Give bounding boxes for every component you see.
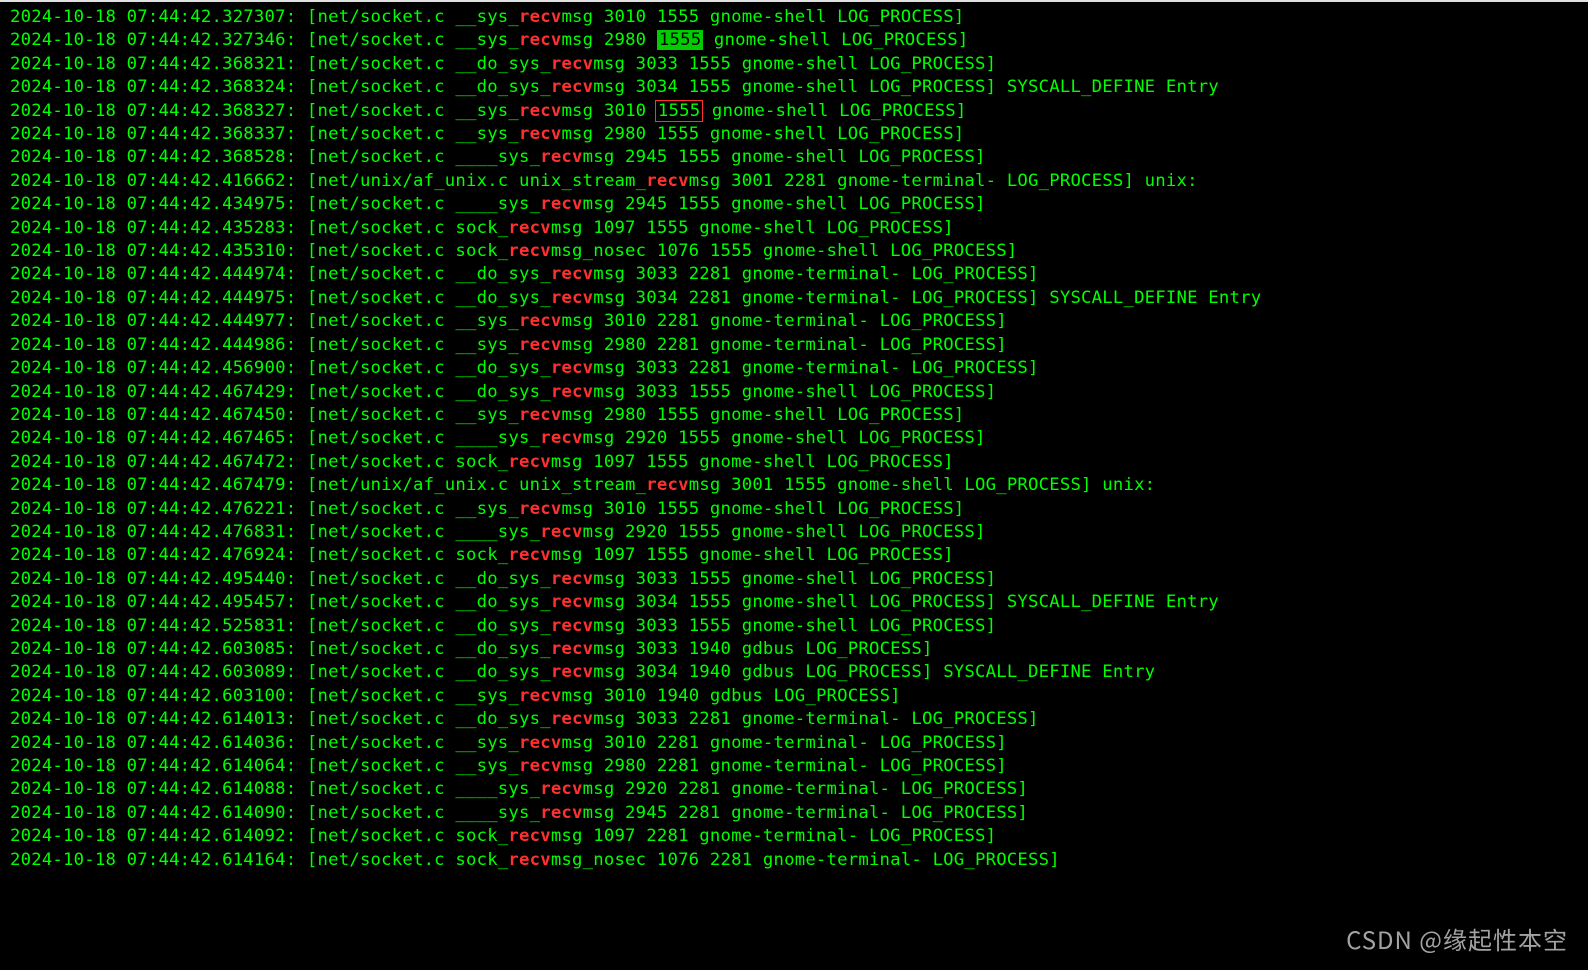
log-line[interactable]: 2024-10-18 07:44:42.476221: [net/socket.… <box>10 498 1588 521</box>
log-line[interactable]: 2024-10-18 07:44:42.435283: [net/socket.… <box>10 217 1588 240</box>
log-line[interactable]: 2024-10-18 07:44:42.525831: [net/socket.… <box>10 615 1588 638</box>
log-line[interactable]: 2024-10-18 07:44:42.467450: [net/socket.… <box>10 404 1588 427</box>
log-line[interactable]: 2024-10-18 07:44:42.495440: [net/socket.… <box>10 568 1588 591</box>
log-line[interactable]: 2024-10-18 07:44:42.368337: [net/socket.… <box>10 123 1588 146</box>
log-line[interactable]: 2024-10-18 07:44:42.434975: [net/socket.… <box>10 193 1588 216</box>
search-match: recv <box>551 592 593 612</box>
log-line[interactable]: 2024-10-18 07:44:42.416662: [net/unix/af… <box>10 170 1588 193</box>
search-match: recv <box>519 124 561 144</box>
log-line[interactable]: 2024-10-18 07:44:42.614164: [net/socket.… <box>10 849 1588 872</box>
cursor-highlight: 1555 <box>657 30 703 50</box>
search-match: recv <box>508 241 550 261</box>
search-match: recv <box>551 382 593 402</box>
search-match: recv <box>508 545 550 565</box>
log-line[interactable]: 2024-10-18 07:44:42.368321: [net/socket.… <box>10 53 1588 76</box>
search-match: recv <box>646 475 688 495</box>
log-line[interactable]: 2024-10-18 07:44:42.444974: [net/socket.… <box>10 263 1588 286</box>
search-match: recv <box>551 77 593 97</box>
log-line[interactable]: 2024-10-18 07:44:42.603089: [net/socket.… <box>10 661 1588 684</box>
log-line[interactable]: 2024-10-18 07:44:42.603085: [net/socket.… <box>10 638 1588 661</box>
search-match: recv <box>551 709 593 729</box>
search-match: recv <box>519 756 561 776</box>
log-line[interactable]: 2024-10-18 07:44:42.327307: [net/socket.… <box>10 6 1588 29</box>
search-match: recv <box>540 194 582 214</box>
log-line[interactable]: 2024-10-18 07:44:42.603100: [net/socket.… <box>10 685 1588 708</box>
log-line[interactable]: 2024-10-18 07:44:42.444975: [net/socket.… <box>10 287 1588 310</box>
terminal-output[interactable]: 2024-10-18 07:44:42.327307: [net/socket.… <box>0 0 1588 872</box>
log-line[interactable]: 2024-10-18 07:44:42.467465: [net/socket.… <box>10 427 1588 450</box>
search-match: recv <box>508 452 550 472</box>
search-match: recv <box>551 616 593 636</box>
log-line[interactable]: 2024-10-18 07:44:42.467472: [net/socket.… <box>10 451 1588 474</box>
log-line[interactable]: 2024-10-18 07:44:42.327346: [net/socket.… <box>10 29 1588 52</box>
search-match: recv <box>551 264 593 284</box>
search-match: recv <box>551 54 593 74</box>
search-match: recv <box>551 662 593 682</box>
log-line[interactable]: 2024-10-18 07:44:42.456900: [net/socket.… <box>10 357 1588 380</box>
log-line[interactable]: 2024-10-18 07:44:42.476831: [net/socket.… <box>10 521 1588 544</box>
log-line[interactable]: 2024-10-18 07:44:42.614088: [net/socket.… <box>10 778 1588 801</box>
log-line[interactable]: 2024-10-18 07:44:42.476924: [net/socket.… <box>10 544 1588 567</box>
log-line[interactable]: 2024-10-18 07:44:42.614090: [net/socket.… <box>10 802 1588 825</box>
log-line[interactable]: 2024-10-18 07:44:42.614064: [net/socket.… <box>10 755 1588 778</box>
search-match: recv <box>551 639 593 659</box>
search-match: recv <box>508 850 550 870</box>
search-match: recv <box>540 779 582 799</box>
log-line[interactable]: 2024-10-18 07:44:42.467479: [net/unix/af… <box>10 474 1588 497</box>
search-match: recv <box>508 218 550 238</box>
search-match: recv <box>540 428 582 448</box>
search-match: recv <box>540 147 582 167</box>
log-line[interactable]: 2024-10-18 07:44:42.368324: [net/socket.… <box>10 76 1588 99</box>
search-match: recv <box>551 358 593 378</box>
search-match: recv <box>540 803 582 823</box>
search-match: recv <box>519 30 561 50</box>
log-line[interactable]: 2024-10-18 07:44:42.444977: [net/socket.… <box>10 310 1588 333</box>
log-line[interactable]: 2024-10-18 07:44:42.614013: [net/socket.… <box>10 708 1588 731</box>
search-match: recv <box>508 826 550 846</box>
search-match: recv <box>519 733 561 753</box>
search-match: recv <box>551 569 593 589</box>
log-line[interactable]: 2024-10-18 07:44:42.495457: [net/socket.… <box>10 591 1588 614</box>
log-line[interactable]: 2024-10-18 07:44:42.435310: [net/socket.… <box>10 240 1588 263</box>
log-line[interactable]: 2024-10-18 07:44:42.368528: [net/socket.… <box>10 146 1588 169</box>
search-match: recv <box>519 686 561 706</box>
search-match: recv <box>519 101 561 121</box>
search-match: recv <box>540 522 582 542</box>
search-match: recv <box>519 499 561 519</box>
log-line[interactable]: 2024-10-18 07:44:42.467429: [net/socket.… <box>10 381 1588 404</box>
search-match: recv <box>646 171 688 191</box>
log-line[interactable]: 2024-10-18 07:44:42.614092: [net/socket.… <box>10 825 1588 848</box>
search-match: recv <box>551 288 593 308</box>
csdn-watermark: CSDN @缘起性本空 <box>1346 921 1568 956</box>
log-line[interactable]: 2024-10-18 07:44:42.368327: [net/socket.… <box>10 100 1588 123</box>
search-match: recv <box>519 7 561 27</box>
search-match: recv <box>519 311 561 331</box>
log-line[interactable]: 2024-10-18 07:44:42.614036: [net/socket.… <box>10 732 1588 755</box>
log-line[interactable]: 2024-10-18 07:44:42.444986: [net/socket.… <box>10 334 1588 357</box>
search-match: recv <box>519 335 561 355</box>
annotation-box: 1555 <box>655 100 703 122</box>
search-match: recv <box>519 405 561 425</box>
window-top-edge <box>0 0 1588 2</box>
